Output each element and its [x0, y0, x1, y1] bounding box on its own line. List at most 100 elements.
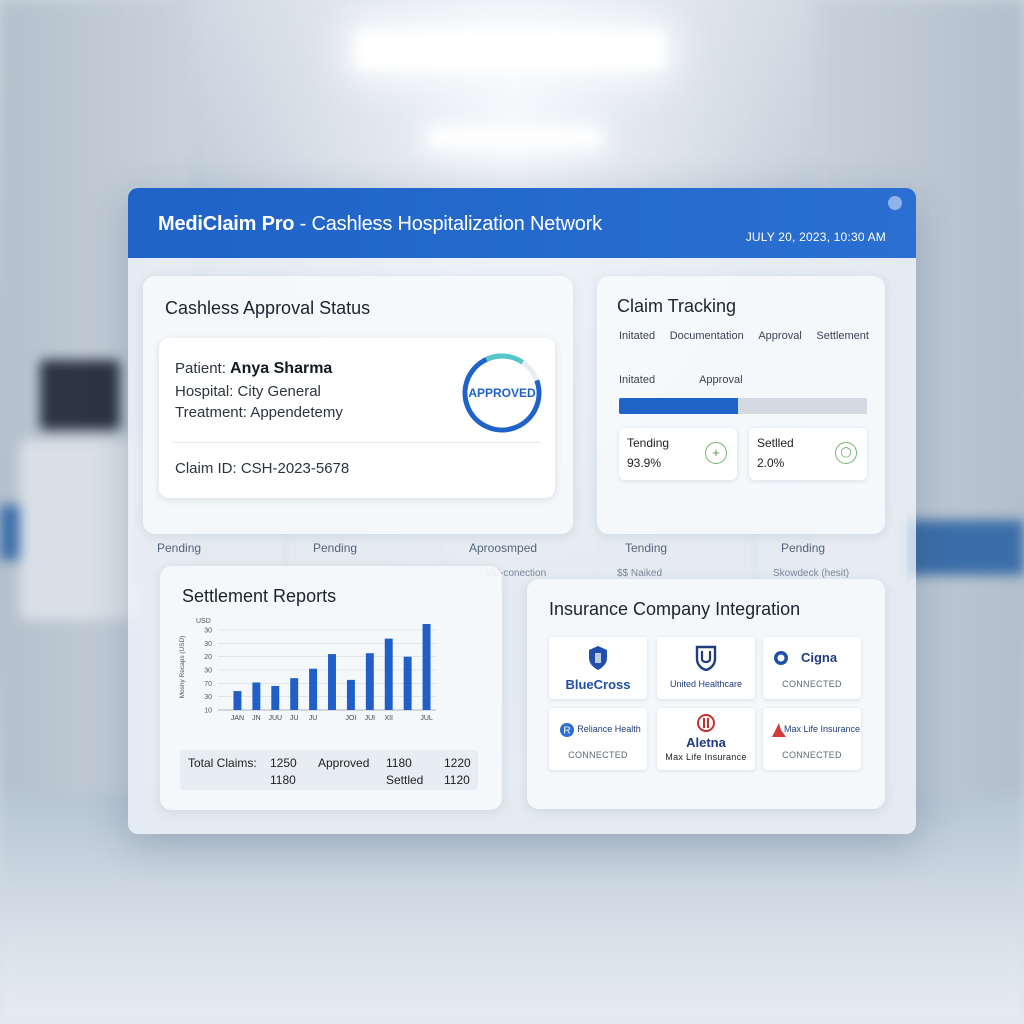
- current-stage-label: Approval: [699, 374, 743, 386]
- stage-label: Approval: [758, 330, 802, 342]
- bar: [403, 656, 412, 710]
- bar: [290, 678, 299, 710]
- total-claims-label: Total Claims:: [188, 756, 257, 770]
- background-ceiling-light: [355, 30, 665, 70]
- check-circle-icon: ◯: [835, 442, 857, 464]
- approved-label: Approved: [318, 756, 370, 770]
- claim-progress-bar: [619, 398, 867, 414]
- faded-card-label: Tending: [625, 541, 668, 555]
- current-stage-label: Initated: [619, 374, 656, 386]
- shield-icon: [589, 646, 607, 670]
- bar: [346, 679, 355, 710]
- approval-status-badge: APPROVED: [468, 386, 536, 400]
- settled-value: 1120: [444, 773, 470, 787]
- stage-labels: Initated Documentation Approval Settleme…: [619, 330, 869, 342]
- patient-name: Anya Sharma: [230, 360, 333, 377]
- x-tick-label: JN: [252, 715, 261, 722]
- total-claims-value: 1250: [270, 756, 297, 770]
- insurer-card-aletna[interactable]: Aletna Max Life Insurance: [657, 708, 755, 770]
- y-tick-label: 10: [204, 708, 212, 715]
- other-value: 1220: [444, 756, 471, 770]
- background-ceiling-light: [430, 130, 600, 146]
- x-tick-label: JU: [309, 715, 318, 722]
- tracking-panel-title: Claim Tracking: [617, 296, 737, 316]
- claim-id: Claim ID: CSH-2023-5678: [175, 460, 350, 477]
- header-datetime: JULY 20, 2023, 10:30 AM: [745, 230, 886, 244]
- claim-progress-fill: [619, 398, 739, 414]
- faded-card-label: Pending: [313, 541, 358, 555]
- bar: [328, 654, 336, 710]
- pending-stat[interactable]: Tending 93.9% +: [619, 428, 737, 480]
- stage-label: Initated: [619, 330, 656, 342]
- insurer-name: Reliance Health: [577, 724, 641, 734]
- y-unit-label: USD: [196, 618, 211, 625]
- settled-label: Setlled: [757, 436, 794, 450]
- connection-status: Max Life Insurance: [665, 752, 747, 762]
- settlement-reports-panel: Settlement Reports USD Moshy Recaps (USD)…: [160, 566, 502, 810]
- faded-card-label: Aproosmped: [469, 541, 538, 555]
- settled-value: 2.0%: [757, 456, 785, 470]
- faded-card-label: Pending: [781, 541, 826, 555]
- patient-line: Patient: Anya Sharma: [175, 360, 332, 378]
- insurer-name: Cigna: [800, 650, 838, 665]
- y-tick-label: 70: [204, 681, 212, 688]
- treatment-line: Treatment: Appendetemy: [175, 404, 343, 421]
- y-axis-label: Moshy Recaps (USD): [179, 636, 186, 699]
- stage-label: Settlement: [816, 330, 869, 342]
- insurer-card-maxlife[interactable]: Max Life Insurance CONNECTED: [763, 708, 861, 770]
- bar: [252, 682, 261, 710]
- insurer-name: Max Life Insurance: [783, 724, 861, 734]
- x-tick-label: JUI: [365, 715, 376, 722]
- faded-card-sub: Skowdeck (hesit): [773, 568, 850, 579]
- plus-circle-icon: +: [705, 442, 727, 464]
- insurance-integration-panel: Insurance Company Integration BlueCross …: [527, 579, 885, 809]
- bar: [384, 638, 393, 710]
- window-control-dot[interactable]: [888, 196, 902, 210]
- insurer-name: Aletna: [686, 735, 726, 750]
- bar: [271, 685, 280, 710]
- connection-status: CONNECTED: [782, 750, 842, 760]
- insurance-panel-title: Insurance Company Integration: [549, 599, 801, 619]
- background-cart: [20, 440, 140, 620]
- settled-stat[interactable]: Setlled 2.0% ◯: [749, 428, 867, 480]
- insurer-card-cigna[interactable]: Cigna CONNECTED: [763, 637, 861, 699]
- title-bar: MediClaim Pro - Cashless Hospitalization…: [128, 188, 916, 258]
- flame-icon: [697, 714, 715, 732]
- patient-card[interactable]: Patient: Anya Sharma Hospital: City Gene…: [159, 338, 555, 498]
- x-tick-label: JUL: [420, 715, 433, 722]
- insurer-card-united[interactable]: United Healthcare: [657, 637, 755, 699]
- svg-text:R: R: [563, 726, 570, 737]
- card-divider: [173, 442, 541, 443]
- bar: [309, 668, 318, 710]
- settlement-panel-title: Settlement Reports: [182, 586, 337, 606]
- faded-card-sub: $$ Naiked: [617, 568, 663, 579]
- bar: [365, 653, 374, 710]
- y-tick-label: 20: [204, 654, 212, 661]
- u-shield-icon: [695, 645, 717, 671]
- row2-value: 1180: [270, 773, 296, 787]
- insurer-card-bluecross[interactable]: BlueCross: [549, 637, 647, 699]
- background-wall-stripe: [904, 520, 1024, 575]
- app-title: MediClaim Pro - Cashless Hospitalization…: [158, 213, 602, 236]
- faded-card-label: Pending: [157, 541, 202, 555]
- app-subtitle: - Cashless Hospitalization Network: [294, 213, 602, 235]
- approval-panel-title: Cashless Approval Status: [165, 298, 371, 318]
- y-tick-label: 30: [204, 628, 212, 635]
- y-tick-label: 30: [204, 668, 212, 675]
- y-tick-label: 30: [204, 694, 212, 701]
- x-tick-label: JUU: [268, 715, 282, 722]
- claim-tracking-panel: Claim Tracking Initated Documentation Ap…: [597, 276, 885, 534]
- approval-status-panel: Cashless Approval Status Patient: Anya S…: [143, 276, 573, 534]
- bar: [422, 624, 431, 710]
- y-tick-label: 30: [204, 641, 212, 648]
- x-tick-label: JOI: [345, 715, 356, 722]
- bar: [233, 691, 242, 710]
- connection-status: CONNECTED: [568, 750, 628, 760]
- settlement-bar-chart: USD Moshy Recaps (USD) 30 30 20 30 70 30 10 JAN JN…: [179, 618, 436, 722]
- x-tick-label: XII: [384, 715, 393, 722]
- x-tick-label: JU: [290, 715, 299, 722]
- pending-label: Tending: [627, 436, 670, 450]
- background-monitor: [40, 360, 120, 430]
- insurer-card-reliance[interactable]: R Reliance Health CONNECTED: [549, 708, 647, 770]
- pending-value: 93.9%: [627, 456, 662, 470]
